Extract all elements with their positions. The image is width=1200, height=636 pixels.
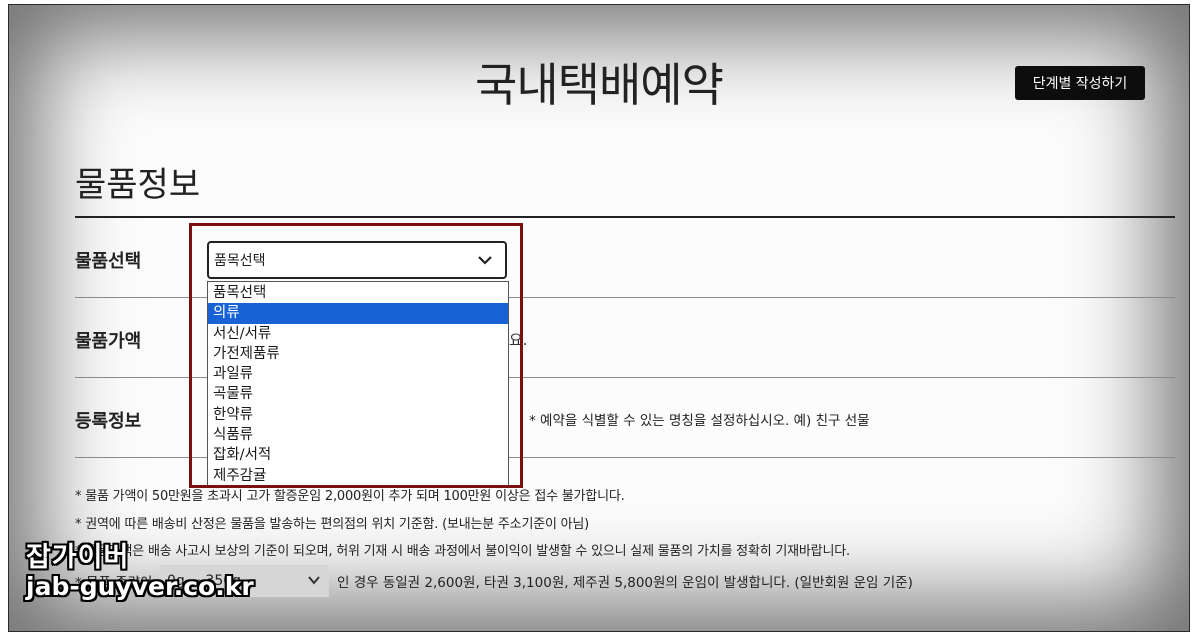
page-title: 국내택배예약 <box>475 58 724 112</box>
section-title: 물품정보 <box>75 165 201 205</box>
dropdown-option[interactable]: 품목선택 <box>208 283 508 303</box>
dropdown-option[interactable]: 서신/서류 <box>208 324 508 344</box>
watermark: 잡가이버 jab-guyver.co.kr <box>26 542 254 602</box>
item-select-label: 물품선택 <box>75 251 142 272</box>
dropdown-option[interactable]: 식품류 <box>208 425 508 445</box>
dropdown-option-selected[interactable]: 의류 <box>208 303 508 324</box>
section-divider <box>75 216 1175 218</box>
dropdown-option[interactable]: 잡화/서적 <box>208 445 508 465</box>
notice-line: * 물품 가액이 50만원을 초과시 고가 할증운임 2,000원이 추가 되며… <box>75 489 625 504</box>
registration-note: * 예약을 식별할 수 있는 명칭을 설정하십시오. 예) 친구 선물 <box>529 413 870 429</box>
dropdown-option[interactable]: 가전제품류 <box>208 344 508 364</box>
item-select[interactable]: 품목선택 <box>207 241 507 279</box>
notice-line: * 권역에 따른 배송비 산정은 물품을 발송하는 편의점의 위치 기준함. (… <box>75 517 590 532</box>
item-dropdown-list[interactable]: 품목선택 의류 서신/서류 가전제품류 과일류 곡물류 한약류 식품류 잡화/서… <box>207 281 509 487</box>
item-value-hint: 요. <box>509 331 528 349</box>
dropdown-option[interactable]: 과일류 <box>208 364 508 384</box>
step-guide-button[interactable]: 단계별 작성하기 <box>1015 66 1145 100</box>
page-frame: 국내택배예약 단계별 작성하기 물품정보 물품선택 품목선택 물품가액 요. 등… <box>8 4 1190 632</box>
chevron-down-icon <box>478 256 492 265</box>
dropdown-option[interactable]: 한약류 <box>208 405 508 425</box>
rate-text: 인 경우 동일권 2,600원, 타권 3,100원, 제주권 5,800원의 … <box>337 575 913 591</box>
dropdown-option[interactable]: 곡물류 <box>208 384 508 404</box>
item-select-value: 품목선택 <box>214 253 266 269</box>
dropdown-option[interactable]: 제주감귤 <box>208 466 508 486</box>
watermark-line1: 잡가이버 <box>26 542 130 573</box>
chevron-down-icon <box>308 576 320 585</box>
item-value-label: 물품가액 <box>75 331 142 352</box>
watermark-line2: jab-guyver.co.kr <box>26 572 254 602</box>
registration-label: 등록정보 <box>75 411 142 432</box>
